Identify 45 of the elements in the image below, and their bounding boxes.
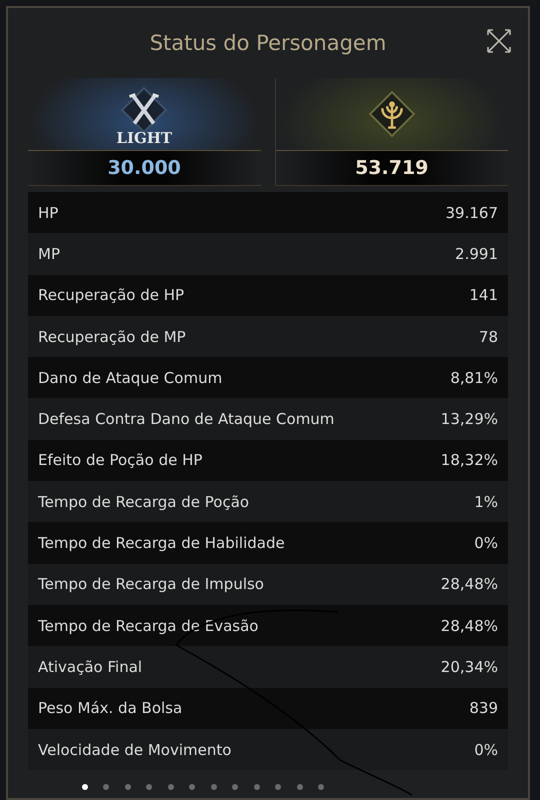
stat-value: 839 xyxy=(469,699,498,718)
stat-value: 18,32% xyxy=(440,451,498,470)
stat-value: 8,81% xyxy=(450,368,498,387)
stat-label: Tempo de Recarga de Impulso xyxy=(38,575,264,594)
stat-value: 2.991 xyxy=(455,244,498,263)
stat-value: 28,48% xyxy=(440,616,498,635)
stat-label: Efeito de Poção de HP xyxy=(38,451,202,470)
stat-value: 1% xyxy=(474,492,498,511)
page-dot[interactable] xyxy=(296,784,303,790)
stat-label: Tempo de Recarga de Poção xyxy=(38,492,250,511)
stat-value: 28,48% xyxy=(440,575,498,594)
stat-value: 0% xyxy=(474,740,498,758)
stat-value: 0% xyxy=(474,534,498,552)
page-dot[interactable] xyxy=(168,784,174,790)
emblem-label: LIGHT xyxy=(116,129,172,147)
stat-label: Recuperação de HP xyxy=(38,286,184,304)
stat-label: Tempo de Recarga de Habilidade xyxy=(38,534,285,552)
page-dot[interactable] xyxy=(232,784,238,790)
page-dot[interactable] xyxy=(146,784,152,790)
stat-label: MP xyxy=(38,244,60,263)
stat-value: 20,34% xyxy=(440,658,498,676)
faction-value: 53.719 xyxy=(355,157,428,179)
stat-label: Defesa Contra Dano de Ataque Comum xyxy=(38,410,334,428)
page-dot[interactable] xyxy=(210,784,217,790)
stat-label: Recuperação de MP xyxy=(38,328,186,346)
page-dot[interactable] xyxy=(254,784,260,790)
stat-label: Peso Máx. da Bolsa xyxy=(38,699,182,718)
stat-value: 78 xyxy=(478,328,498,346)
stat-value: 13,29% xyxy=(440,410,498,428)
page-dot[interactable] xyxy=(82,784,88,790)
page-dot[interactable] xyxy=(124,784,131,790)
page-dot[interactable] xyxy=(189,784,196,790)
stat-label: Velocidade de Movimento xyxy=(38,740,232,758)
close-icon[interactable] xyxy=(486,28,512,54)
stat-value: 141 xyxy=(469,286,498,304)
stat-value: 39.167 xyxy=(446,204,498,222)
page-dot[interactable] xyxy=(275,784,282,790)
stat-label: HP xyxy=(38,204,58,222)
stat-label: Tempo de Recarga de Evasão xyxy=(38,616,258,635)
stat-label: Dano de Ataque Comum xyxy=(38,368,222,387)
window-title: Status do Personagem xyxy=(150,31,386,55)
stat-label: Ativação Final xyxy=(38,658,142,676)
page-dot[interactable] xyxy=(103,784,110,790)
page-dot[interactable] xyxy=(318,784,324,790)
faction-value: 30.000 xyxy=(108,157,181,179)
